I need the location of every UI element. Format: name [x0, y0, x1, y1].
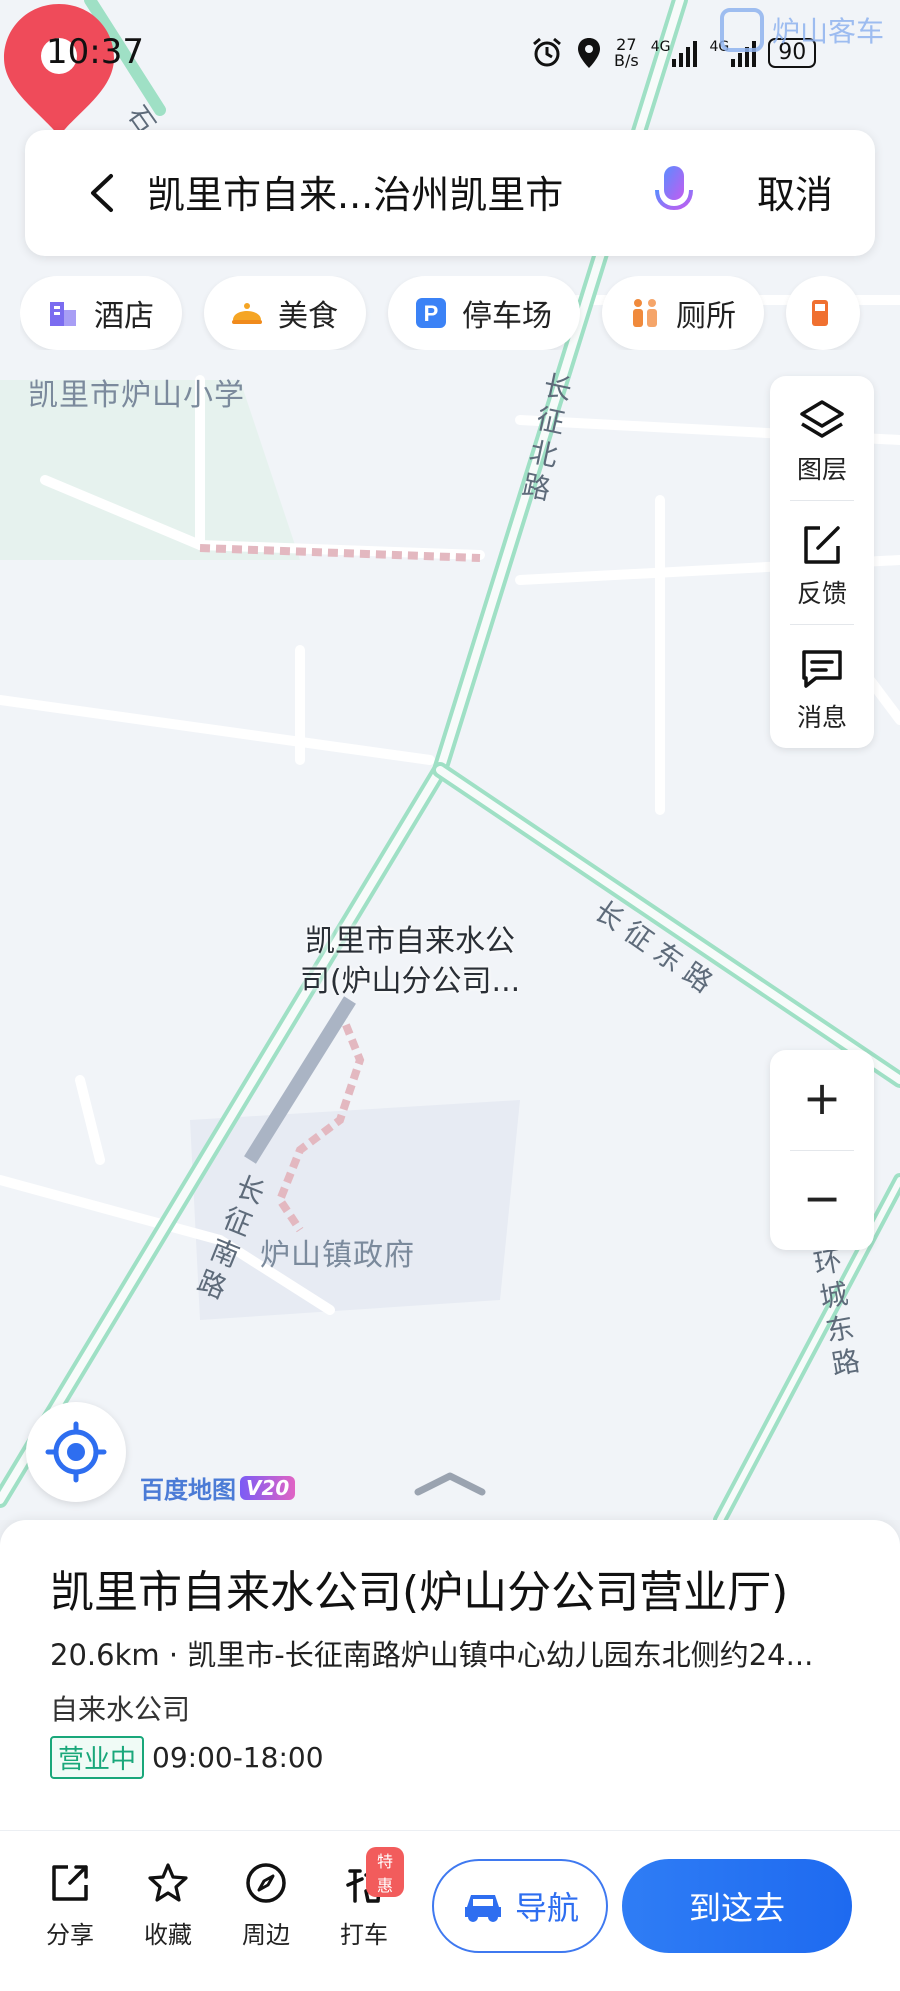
nearby-label: 周边: [242, 1921, 290, 1949]
poi-label[interactable]: 凯里市自来水公 司(炉山分公司...: [260, 922, 560, 1002]
taxi-label: 打车: [340, 1921, 388, 1949]
parking-icon: P: [416, 298, 446, 328]
share-label: 分享: [46, 1921, 94, 1949]
gas-station-icon: [812, 300, 828, 326]
poi-label-line1: 凯里市自来水公: [305, 924, 515, 959]
cancel-button[interactable]: 取消: [757, 164, 833, 219]
map-tools-panel: 图层 反馈 消息: [770, 376, 874, 748]
layers-icon: [800, 400, 844, 438]
message-icon: [802, 650, 842, 688]
place-title: 凯里市自来水公司(炉山分公司营业厅): [50, 1567, 789, 1618]
watermark-logo-icon: [720, 8, 764, 52]
feedback-edit-icon: [804, 526, 840, 564]
chip-more[interactable]: [786, 276, 860, 350]
net-speed: 27 B/s: [614, 37, 639, 69]
chip-parking[interactable]: P 停车场: [388, 276, 580, 350]
navigate-label: 导航: [514, 1889, 579, 1927]
open-status-badge: 营业中: [50, 1736, 145, 1779]
share-icon: [52, 1865, 88, 1901]
net-type-1: 4G: [650, 39, 671, 55]
back-arrow-icon[interactable]: [79, 168, 129, 218]
logo-version: V20: [240, 1475, 296, 1500]
govt-label: 炉山镇政府: [260, 1238, 415, 1273]
location-status-icon: [578, 38, 600, 68]
opening-hours: 营业中 09:00-18:00: [50, 1736, 324, 1779]
chip-label: 厕所: [676, 299, 736, 334]
taxi-button[interactable]: 特惠 打车: [324, 1847, 404, 1950]
status-time: 10:37: [46, 32, 144, 72]
go-here-label: 到这去: [688, 1889, 785, 1927]
signal-1: 4G: [651, 39, 698, 67]
zoom-controls: + −: [770, 1050, 874, 1250]
hotel-icon: [50, 302, 76, 326]
nearby-button[interactable]: 周边: [226, 1861, 306, 1950]
baidu-map-logo: 百度地图 V20: [140, 1470, 296, 1505]
signal-bars-icon: [672, 39, 698, 67]
toilet-icon: [633, 299, 657, 327]
navigate-button[interactable]: 导航: [432, 1859, 608, 1953]
messages-button[interactable]: 消息: [770, 624, 874, 748]
search-bar[interactable]: 凯里市自来...治州凯里市 取消: [25, 130, 875, 256]
chevron-up-icon[interactable]: [412, 1470, 488, 1496]
hours-text: 09:00-18:00: [152, 1741, 324, 1774]
star-icon: [148, 1863, 188, 1902]
search-input[interactable]: 凯里市自来...治州凯里市: [147, 164, 563, 219]
chip-hotel[interactable]: 酒店: [20, 276, 182, 350]
share-button[interactable]: 分享: [30, 1861, 110, 1950]
feedback-label: 反馈: [796, 579, 847, 608]
chip-label: 停车场: [462, 299, 552, 334]
logo-text: 百度地图: [140, 1476, 236, 1504]
messages-label: 消息: [796, 703, 847, 732]
chip-label: 酒店: [94, 299, 154, 334]
school-label: 凯里市炉山小学: [28, 378, 245, 413]
food-icon: [232, 303, 262, 324]
crosshair-icon: [45, 1421, 107, 1483]
watermark-text: 炉山客车: [772, 15, 885, 48]
alarm-icon: [533, 37, 561, 67]
action-bar: 分享 收藏 周边 特惠 打车 导航 到这去: [0, 1830, 900, 1991]
svg-text:P: P: [424, 301, 439, 326]
compass-icon: [246, 1863, 286, 1903]
chip-label: 美食: [278, 299, 338, 334]
layers-button[interactable]: 图层: [770, 376, 874, 500]
favorite-button[interactable]: 收藏: [128, 1861, 208, 1950]
car-icon: [464, 1895, 501, 1922]
watermark: 炉山客车: [720, 8, 884, 52]
feedback-button[interactable]: 反馈: [770, 500, 874, 624]
status-bar: 10:37 27 B/s 4G 4G 90 炉山客车: [0, 0, 900, 110]
chip-food[interactable]: 美食: [204, 276, 366, 350]
locate-me-button[interactable]: [26, 1402, 126, 1502]
place-category: 自来水公司: [50, 1693, 191, 1726]
promo-badge: 特惠: [366, 1847, 404, 1897]
layers-label: 图层: [796, 455, 847, 484]
zoom-out-button[interactable]: −: [770, 1150, 874, 1250]
chip-toilet[interactable]: 厕所: [602, 276, 764, 350]
place-address: 20.6km · 凯里市-长征南路炉山镇中心幼儿园东北侧约24...: [50, 1638, 814, 1672]
microphone-icon[interactable]: [649, 162, 699, 224]
favorite-label: 收藏: [144, 1921, 192, 1949]
category-chips: 酒店 美食 P 停车场 厕所: [20, 276, 900, 350]
poi-label-line2: 司(炉山分公司...: [299, 964, 521, 999]
go-here-button[interactable]: 到这去: [622, 1859, 852, 1953]
zoom-in-button[interactable]: +: [770, 1050, 874, 1150]
net-speed-unit: B/s: [614, 51, 639, 70]
